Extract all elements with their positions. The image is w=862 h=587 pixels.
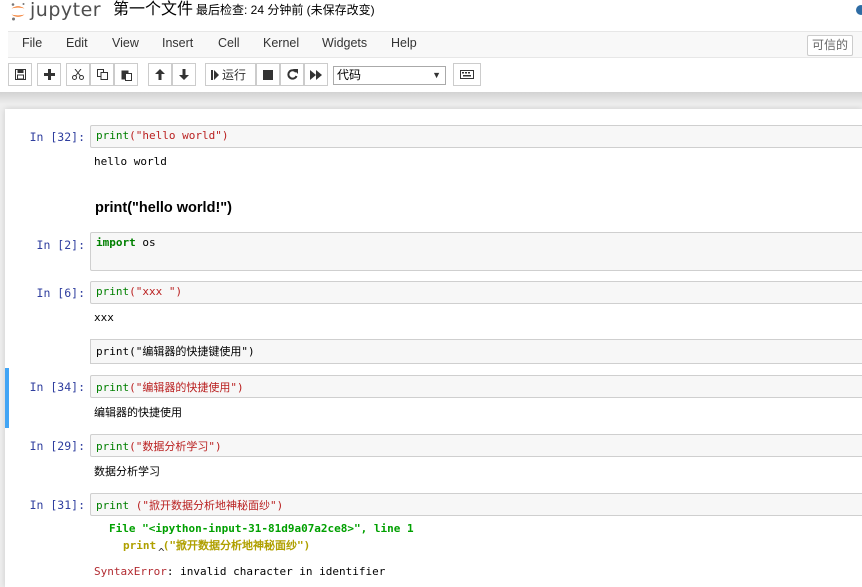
plus-icon xyxy=(43,69,55,80)
cell-output: 编辑器的快捷使用 xyxy=(94,406,182,419)
cell-output: xxx xyxy=(94,311,114,324)
jupyter-logo-icon xyxy=(11,2,25,20)
trusted-badge[interactable]: 可信的 xyxy=(807,35,853,56)
menu-widgets[interactable]: Widgets xyxy=(322,36,367,50)
markdown-input[interactable]: print("编辑器的快捷键使用") xyxy=(90,339,862,364)
cell-output: hello world xyxy=(94,155,167,168)
tb-file-name: "<ipython-input-31-81d9a07a2ce8>" xyxy=(142,522,361,535)
menu-view[interactable]: View xyxy=(112,36,139,50)
code-string: ("数据分析学习") xyxy=(129,440,222,453)
insert-cell-button[interactable] xyxy=(37,63,61,86)
run-button[interactable]: 运行 xyxy=(205,63,256,86)
traceback-caret: ^ xyxy=(158,546,165,559)
code-fn: print xyxy=(96,499,130,512)
code-string: ("hello world") xyxy=(129,129,229,142)
logo-text: jupyter xyxy=(30,0,102,21)
code-string: ("掀开数据分析地神秘面纱") xyxy=(129,499,284,512)
run-label: 运行 xyxy=(222,68,247,82)
keyboard-icon xyxy=(460,70,474,79)
move-down-button[interactable] xyxy=(172,63,196,86)
paste-button[interactable] xyxy=(114,63,138,86)
stop-icon xyxy=(263,69,273,80)
arrow-up-icon xyxy=(155,69,165,80)
input-prompt: In [34]: xyxy=(29,380,85,394)
notebook-title[interactable]: 第一个文件 xyxy=(113,0,193,20)
cell-type-value: 代码 xyxy=(337,68,362,82)
cut-icon xyxy=(72,69,84,80)
code-input[interactable]: print("数据分析学习") xyxy=(90,434,862,457)
markdown-heading[interactable]: print("hello world!") xyxy=(95,200,232,216)
code-input[interactable]: print("hello world") xyxy=(90,125,862,148)
interrupt-button[interactable] xyxy=(256,63,280,86)
error-message: : invalid character in identifier xyxy=(166,565,386,578)
input-prompt: In [29]: xyxy=(29,439,85,453)
save-icon xyxy=(14,69,26,80)
menu-cell[interactable]: Cell xyxy=(218,36,240,50)
move-up-button[interactable] xyxy=(148,63,172,86)
code-keyword: import xyxy=(96,236,136,249)
copy-button[interactable] xyxy=(90,63,114,86)
copy-icon xyxy=(96,69,108,80)
notebook-container: In [32]: print("hello world") hello worl… xyxy=(5,109,862,587)
input-prompt: In [2]: xyxy=(36,238,85,252)
code-fn: print xyxy=(96,381,130,394)
cell-type-select[interactable]: 代码 ▼ xyxy=(333,66,446,85)
code-string: ("编辑器的快捷使用") xyxy=(129,381,244,394)
arrow-down-icon xyxy=(179,69,189,80)
header: jupyter 第一个文件 最后检查: 24 分钟前 (未保存改变) File … xyxy=(0,0,862,92)
code-input[interactable]: print("xxx ") xyxy=(90,281,862,304)
kernel-indicator-icon xyxy=(856,5,862,15)
command-palette-button[interactable] xyxy=(453,63,481,86)
code-fn: print xyxy=(96,285,130,298)
code-fn: print xyxy=(96,129,130,142)
traceback-file-line: File "<ipython-input-31-81d9a07a2ce8>", … xyxy=(109,522,414,535)
code-input[interactable]: print ("掀开数据分析地神秘面纱") xyxy=(90,493,862,516)
cell-output: 数据分析学习 xyxy=(94,465,160,478)
chevron-down-icon: ▼ xyxy=(432,70,441,80)
header-shadow xyxy=(0,92,862,104)
code-input[interactable]: import os xyxy=(90,232,862,271)
menu-kernel[interactable]: Kernel xyxy=(263,36,299,50)
jupyter-logo[interactable]: jupyter xyxy=(10,0,101,22)
selected-cell-indicator xyxy=(5,368,9,428)
menu-edit[interactable]: Edit xyxy=(66,36,88,50)
traceback-code-line: print ("掀开数据分析地神秘面纱") xyxy=(123,539,311,552)
tb-line-number: , line 1 xyxy=(360,522,414,535)
menu-insert[interactable]: Insert xyxy=(162,36,193,50)
menu-file[interactable]: File xyxy=(22,36,42,50)
tb-file-prefix: File xyxy=(109,522,136,535)
restart-button[interactable] xyxy=(280,63,304,86)
error-line: SyntaxError: invalid character in identi… xyxy=(94,565,385,578)
input-prompt: In [32]: xyxy=(29,130,85,144)
error-name: SyntaxError xyxy=(94,565,167,578)
step-forward-icon xyxy=(211,69,219,80)
refresh-icon xyxy=(286,69,298,80)
input-prompt: In [31]: xyxy=(29,498,85,512)
paste-icon xyxy=(121,70,132,81)
input-prompt: In [6]: xyxy=(36,286,85,300)
menubar: File Edit View Insert Cell Kernel Widget… xyxy=(8,31,862,58)
menu-help[interactable]: Help xyxy=(391,36,417,50)
checkpoint-status: 最后检查: 24 分钟前 (未保存改变) xyxy=(196,3,375,17)
save-button[interactable] xyxy=(8,63,32,86)
cut-button[interactable] xyxy=(66,63,90,86)
code-string: ("xxx ") xyxy=(129,285,183,298)
fast-forward-icon xyxy=(310,69,322,80)
code-input[interactable]: print("编辑器的快捷使用") xyxy=(90,375,862,398)
code-text: os xyxy=(135,236,156,249)
restart-run-all-button[interactable] xyxy=(304,63,328,86)
code-fn: print xyxy=(96,440,130,453)
